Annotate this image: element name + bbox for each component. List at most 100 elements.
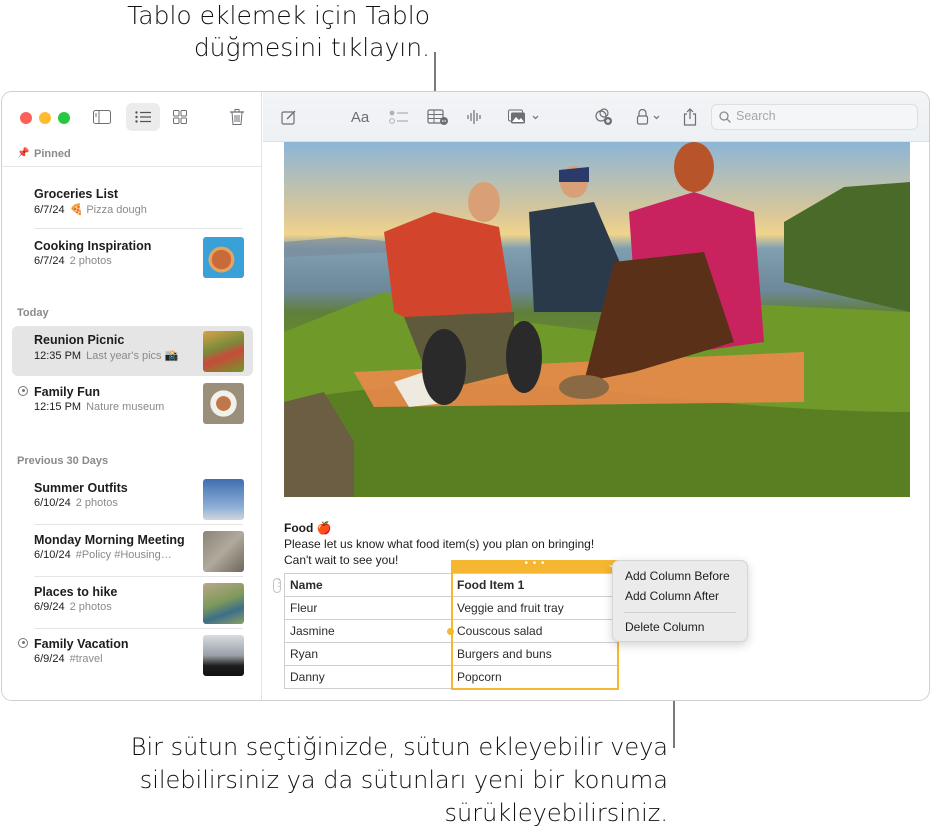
note-meta: 6/10/24 #Policy #Housing…: [34, 549, 172, 561]
collaborate-icon: [595, 108, 612, 125]
note-preview: #Policy #Housing…: [75, 549, 172, 561]
menu-item-add-column-after[interactable]: Add Column After: [625, 589, 719, 603]
table-cell[interactable]: Danny: [284, 665, 452, 689]
share-button[interactable]: [681, 105, 699, 129]
table-header-cell[interactable]: Food Item 1: [451, 573, 619, 597]
table-row: Fleur Veggie and fruit tray: [284, 596, 619, 620]
table-header-row: Name Food Item 1: [284, 573, 619, 597]
table-cell[interactable]: Veggie and fruit tray: [451, 596, 619, 620]
note-preview: 2 photos: [69, 255, 112, 267]
delete-note-button[interactable]: [224, 103, 250, 131]
zoom-window-button[interactable]: [58, 112, 70, 124]
search-input[interactable]: [736, 109, 906, 123]
table-cell[interactable]: Couscous salad: [451, 619, 619, 643]
note-meta: 6/9/24 #travel: [34, 653, 103, 665]
note-thumbnail: [203, 237, 244, 278]
search-icon: [719, 111, 731, 123]
note-date: 6/10/24: [34, 549, 71, 561]
note-date: 6/9/24: [34, 601, 65, 613]
note-thumbnail: [203, 383, 244, 424]
note-meta: 12:15 PM Nature museum: [34, 401, 164, 413]
waveform-icon: [467, 110, 481, 124]
note-thumbnail: [203, 583, 244, 624]
trash-icon: [230, 109, 244, 125]
note-preview: Nature museum: [86, 401, 165, 413]
picnic-photo-illustration: [284, 142, 910, 497]
note-item[interactable]: Places to hike 6/9/24 2 photos: [12, 578, 253, 628]
section-pinned: Pinned: [34, 148, 71, 160]
note-editor: Aa Search Food 🍎 Please let us know what…: [263, 92, 929, 700]
menu-item-delete-column[interactable]: Delete Column: [625, 620, 704, 634]
table-cell[interactable]: Popcorn: [451, 665, 619, 689]
row-drag-handle[interactable]: [273, 578, 284, 593]
note-meta: 6/7/24 🍕 Pizza dough: [34, 203, 147, 216]
gallery-view-button[interactable]: [166, 103, 194, 131]
format-icon: Aa: [350, 108, 370, 126]
menu-item-add-column-before[interactable]: Add Column Before: [625, 569, 730, 583]
note-preview: 🍕 Pizza dough: [69, 204, 147, 216]
compose-icon: [281, 110, 296, 125]
table-cell[interactable]: Burgers and buns: [451, 642, 619, 666]
note-title: Places to hike: [34, 585, 118, 599]
new-note-button[interactable]: [279, 105, 299, 129]
search-field[interactable]: [711, 104, 918, 130]
note-body-line: Please let us know what food item(s) you…: [284, 537, 595, 551]
sidebar-toggle-button[interactable]: [88, 103, 116, 131]
minimize-window-button[interactable]: [39, 112, 51, 124]
callout-column-actions: Bir sütun seçtiğinizde, sütun ekleyebili…: [130, 733, 668, 827]
table-cell[interactable]: Fleur: [284, 596, 452, 620]
note-date: 6/9/24: [34, 653, 65, 665]
note-preview: 2 photos: [75, 497, 118, 509]
note-item-selected[interactable]: Reunion Picnic 12:35 PM Last year's pics …: [12, 326, 253, 376]
note-preview: 2 photos: [69, 601, 112, 613]
note-item[interactable]: Cooking Inspiration 6/7/24 2 photos: [12, 232, 253, 282]
column-drag-handle[interactable]: • • • ⌄: [451, 559, 619, 573]
note-meta: 6/9/24 2 photos: [34, 601, 112, 613]
note-date: 12:15 PM: [34, 401, 82, 413]
list-view-button[interactable]: [126, 103, 160, 131]
photo-icon: [508, 109, 539, 124]
close-window-button[interactable]: [20, 112, 32, 124]
note-photo[interactable]: [284, 142, 910, 497]
cell-resize-handle[interactable]: [447, 628, 454, 635]
note-title: Summer Outfits: [34, 481, 128, 495]
note-meta: 6/10/24 2 photos: [34, 497, 118, 509]
media-button[interactable]: [505, 105, 543, 129]
audio-button[interactable]: [465, 105, 485, 129]
gallery-view-icon: [173, 110, 187, 124]
table-button[interactable]: [426, 105, 450, 129]
checklist-button[interactable]: [387, 105, 411, 129]
note-thumbnail: [203, 531, 244, 572]
format-button[interactable]: Aa: [347, 105, 373, 129]
divider: [34, 524, 243, 525]
shared-icon: [18, 638, 28, 648]
note-item[interactable]: Groceries List 6/7/24 🍕 Pizza dough: [12, 180, 253, 230]
section-previous-30-days: Previous 30 Days: [17, 455, 109, 467]
note-item[interactable]: Monday Morning Meeting 6/10/24 #Policy #H…: [12, 526, 253, 576]
note-title: Groceries List: [34, 187, 119, 201]
note-item[interactable]: Summer Outfits 6/10/24 2 photos: [12, 474, 253, 524]
table-row: Danny Popcorn: [284, 665, 619, 689]
note-meta: 12:35 PM Last year's pics 📸: [34, 349, 178, 362]
lock-button[interactable]: [635, 105, 665, 129]
share-icon: [683, 108, 697, 126]
note-title: Family Fun: [34, 385, 100, 399]
note-item[interactable]: Family Fun 12:15 PM Nature museum: [12, 378, 253, 428]
note-thumbnail: [203, 635, 244, 676]
menu-divider: [624, 612, 736, 613]
checklist-icon: [389, 110, 408, 124]
collaborate-button[interactable]: [593, 105, 615, 129]
table-cell[interactable]: Ryan: [284, 642, 452, 666]
divider: [2, 166, 261, 167]
editor-toolbar: Aa: [263, 92, 929, 142]
note-date: 6/7/24: [34, 255, 65, 267]
notes-window: 📌 Pinned Groceries List 6/7/24 🍕 Pizza do…: [1, 91, 930, 701]
table-cell[interactable]: Jasmine: [284, 619, 452, 643]
table-icon: [427, 109, 448, 125]
shared-icon: [18, 386, 28, 396]
divider: [34, 228, 243, 229]
column-context-menu: Add Column Before Add Column After Delet…: [612, 560, 748, 642]
table-header-cell[interactable]: Name: [284, 573, 452, 597]
sidebar: 📌 Pinned Groceries List 6/7/24 🍕 Pizza do…: [2, 92, 262, 700]
note-item[interactable]: Family Vacation 6/9/24 #travel: [12, 630, 253, 680]
